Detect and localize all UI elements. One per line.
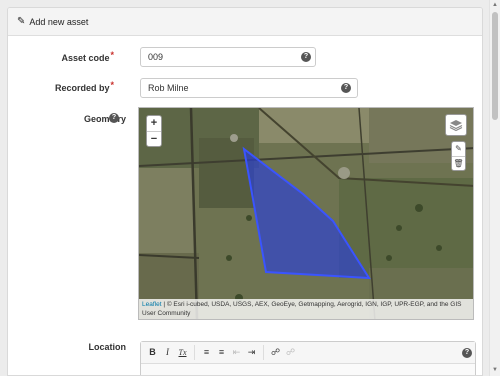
asset-code-label: Asset code* — [61, 50, 114, 63]
link-icon[interactable]: ☍ — [268, 345, 283, 360]
pencil-icon: ✎ — [17, 16, 26, 27]
geometry-map[interactable]: + − ✎ 🗑 Leaflet | © Esri i-cubed, USDA, … — [138, 107, 474, 320]
scroll-down-arrow-icon[interactable]: ▼ — [490, 365, 500, 376]
recorded-by-value: Rob Milne — [148, 83, 189, 93]
recorded-by-input[interactable]: Rob Milne — [140, 78, 358, 98]
asset-code-help-icon[interactable]: ? — [301, 52, 311, 62]
bold-button[interactable]: B — [145, 345, 160, 360]
scroll-up-arrow-icon[interactable]: ▲ — [490, 0, 500, 11]
zoom-control: + − — [146, 115, 162, 147]
draw-toolbar: ✎ 🗑 — [451, 141, 466, 171]
editor-help-icon[interactable]: ? — [462, 348, 472, 358]
page-scrollbar[interactable]: ▲ ▼ — [489, 0, 500, 376]
recorded-by-help-icon[interactable]: ? — [341, 83, 351, 93]
panel-header: ✎ Add new asset — [8, 8, 482, 36]
italic-button[interactable]: I — [160, 345, 175, 360]
add-asset-panel: ✎ Add new asset Asset code* 009 ? Record… — [7, 7, 483, 376]
location-editor[interactable]: B I Tx ≡ ≡ ⇤ ⇥ ☍ ☍ ? — [140, 341, 476, 375]
location-label: Location — [88, 342, 127, 352]
required-marker: * — [110, 80, 114, 90]
geometry-help-icon[interactable]: ? — [109, 113, 119, 123]
drawn-polygon[interactable] — [139, 108, 474, 320]
layers-button[interactable] — [445, 114, 467, 136]
indent-icon[interactable]: ⇥ — [244, 345, 259, 360]
numbered-list-icon[interactable]: ≡ — [199, 345, 214, 360]
edit-layers-icon[interactable]: ✎ — [452, 142, 465, 156]
bulleted-list-icon[interactable]: ≡ — [214, 345, 229, 360]
asset-code-value: 009 — [148, 52, 164, 62]
zoom-in-button[interactable]: + — [147, 116, 161, 131]
required-marker: * — [110, 50, 114, 60]
leaflet-link[interactable]: Leaflet — [142, 301, 162, 308]
attribution-text: | © Esri i-cubed, USDA, USGS, AEX, GeoEy… — [142, 301, 462, 317]
asset-code-input[interactable]: 009 — [140, 47, 316, 67]
layers-icon — [449, 120, 463, 132]
delete-layers-icon[interactable]: 🗑 — [452, 156, 465, 170]
editor-toolbar: B I Tx ≡ ≡ ⇤ ⇥ ☍ ☍ — [141, 342, 475, 364]
geometry-label: Geometry — [83, 114, 126, 124]
scroll-thumb[interactable] — [492, 12, 498, 120]
recorded-by-label: Recorded by* — [54, 80, 114, 93]
zoom-out-button[interactable]: − — [147, 131, 161, 146]
map-attribution: Leaflet | © Esri i-cubed, USDA, USGS, AE… — [139, 299, 473, 319]
remove-format-button[interactable]: Tx — [175, 345, 190, 360]
panel-title: Add new asset — [29, 16, 89, 27]
unlink-icon[interactable]: ☍ — [283, 345, 298, 360]
outdent-icon[interactable]: ⇤ — [229, 345, 244, 360]
